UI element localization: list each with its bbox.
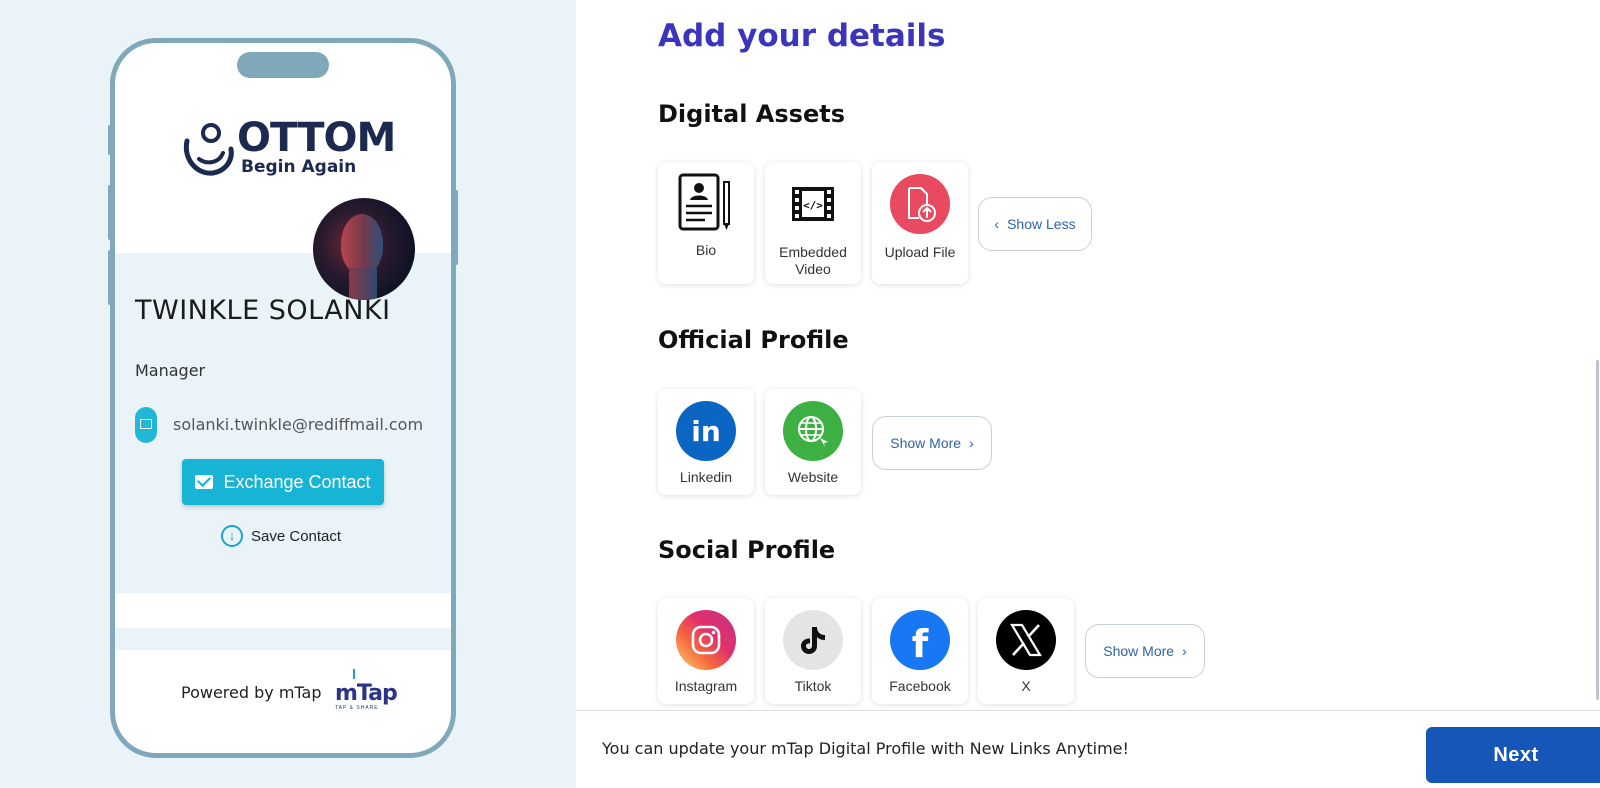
envelope-icon bbox=[195, 475, 214, 489]
section-title-social-profile: Social Profile bbox=[658, 536, 836, 564]
tile-label: Embedded Video bbox=[779, 244, 847, 277]
email-text: solanki.twinkle@rediffmail.com bbox=[173, 415, 424, 434]
bio-icon bbox=[676, 172, 736, 232]
ottom-emblem-icon bbox=[183, 123, 234, 176]
exchange-contact-label: Exchange Contact bbox=[223, 471, 371, 492]
chevron-right-icon: › bbox=[969, 435, 974, 451]
section-title-official-profile: Official Profile bbox=[658, 326, 849, 354]
instagram-icon bbox=[676, 610, 736, 670]
phone-notch bbox=[237, 52, 329, 78]
logo-subtitle: Begin Again bbox=[241, 157, 357, 177]
tile-label: X bbox=[1021, 678, 1031, 694]
facebook-icon: f bbox=[890, 610, 950, 670]
social-tile-instagram[interactable]: Instagram bbox=[658, 598, 754, 704]
chevron-right-icon: › bbox=[1182, 643, 1187, 659]
official-tile-linkedin[interactable]: in Linkedin bbox=[658, 389, 754, 495]
tile-label: Instagram bbox=[674, 678, 738, 694]
tile-label: Tiktok bbox=[794, 678, 832, 694]
profile-role: Manager bbox=[135, 361, 206, 380]
update-hint-text: You can update your mTap Digital Profile… bbox=[602, 739, 1129, 758]
svg-text:</>: </> bbox=[803, 199, 823, 212]
company-logo: OTTOM Begin Again bbox=[181, 115, 396, 185]
tile-label: Upload File bbox=[884, 244, 956, 260]
tile-label: Website bbox=[787, 469, 839, 485]
section-title-digital-assets: Digital Assets bbox=[658, 100, 845, 128]
social-tile-x[interactable]: X bbox=[978, 598, 1074, 704]
download-icon: ↓ bbox=[221, 525, 243, 547]
powered-by-text: Powered by mTap bbox=[181, 683, 322, 702]
official-show-more-button[interactable]: Show More › bbox=[872, 416, 992, 470]
show-more-label: Show More bbox=[890, 435, 962, 451]
profile-preview-panel: OTTOM Begin Again TWINKLE SOLANKI Manage… bbox=[0, 0, 576, 788]
divider-stripe bbox=[115, 628, 451, 650]
logo-text: OTTOM bbox=[237, 115, 396, 161]
tile-label: Facebook bbox=[889, 678, 951, 694]
save-contact-label: Save Contact bbox=[251, 527, 342, 545]
social-tile-facebook[interactable]: f Facebook bbox=[872, 598, 968, 704]
official-tile-website[interactable]: Website bbox=[765, 389, 861, 495]
details-form-panel: Add your details Digital Assets Bio </> … bbox=[576, 0, 1600, 710]
x-icon bbox=[996, 610, 1056, 670]
phone-frame: OTTOM Begin Again TWINKLE SOLANKI Manage… bbox=[110, 38, 456, 758]
scrollbar[interactable] bbox=[1596, 360, 1599, 700]
asset-tile-embedded-video[interactable]: </> Embedded Video bbox=[765, 162, 861, 284]
asset-tile-upload-file[interactable]: Upload File bbox=[872, 162, 968, 284]
exchange-contact-button[interactable]: Exchange Contact bbox=[182, 459, 384, 505]
asset-tile-bio[interactable]: Bio bbox=[658, 162, 754, 284]
email-row[interactable]: solanki.twinkle@rediffmail.com bbox=[135, 407, 435, 443]
mtap-tagline: TAP & SHARE bbox=[335, 705, 379, 711]
tile-label: Bio bbox=[695, 242, 717, 258]
show-less-button[interactable]: ‹ Show Less bbox=[978, 197, 1092, 251]
show-less-label: Show Less bbox=[1007, 216, 1076, 232]
chevron-left-icon: ‹ bbox=[994, 216, 1000, 232]
tile-label: Linkedin bbox=[679, 469, 733, 485]
social-tile-tiktok[interactable]: Tiktok bbox=[765, 598, 861, 704]
linkedin-icon: in bbox=[676, 401, 736, 461]
save-contact-button[interactable]: ↓ Save Contact bbox=[221, 525, 341, 547]
social-show-more-button[interactable]: Show More › bbox=[1085, 624, 1205, 678]
tiktok-icon bbox=[783, 610, 843, 670]
show-more-label: Show More bbox=[1103, 643, 1175, 659]
mail-icon bbox=[135, 407, 157, 443]
page-title: Add your details bbox=[658, 18, 946, 54]
mtap-logo: mTap TAP & SHARE bbox=[333, 669, 398, 711]
embedded-video-icon: </> bbox=[783, 174, 843, 234]
avatar bbox=[313, 198, 415, 300]
mtap-logo-text: mTap bbox=[335, 681, 398, 706]
bottom-bar: You can update your mTap Digital Profile… bbox=[576, 710, 1600, 788]
upload-file-icon bbox=[890, 174, 950, 234]
next-button[interactable]: Next bbox=[1426, 727, 1600, 783]
website-icon bbox=[783, 401, 843, 461]
